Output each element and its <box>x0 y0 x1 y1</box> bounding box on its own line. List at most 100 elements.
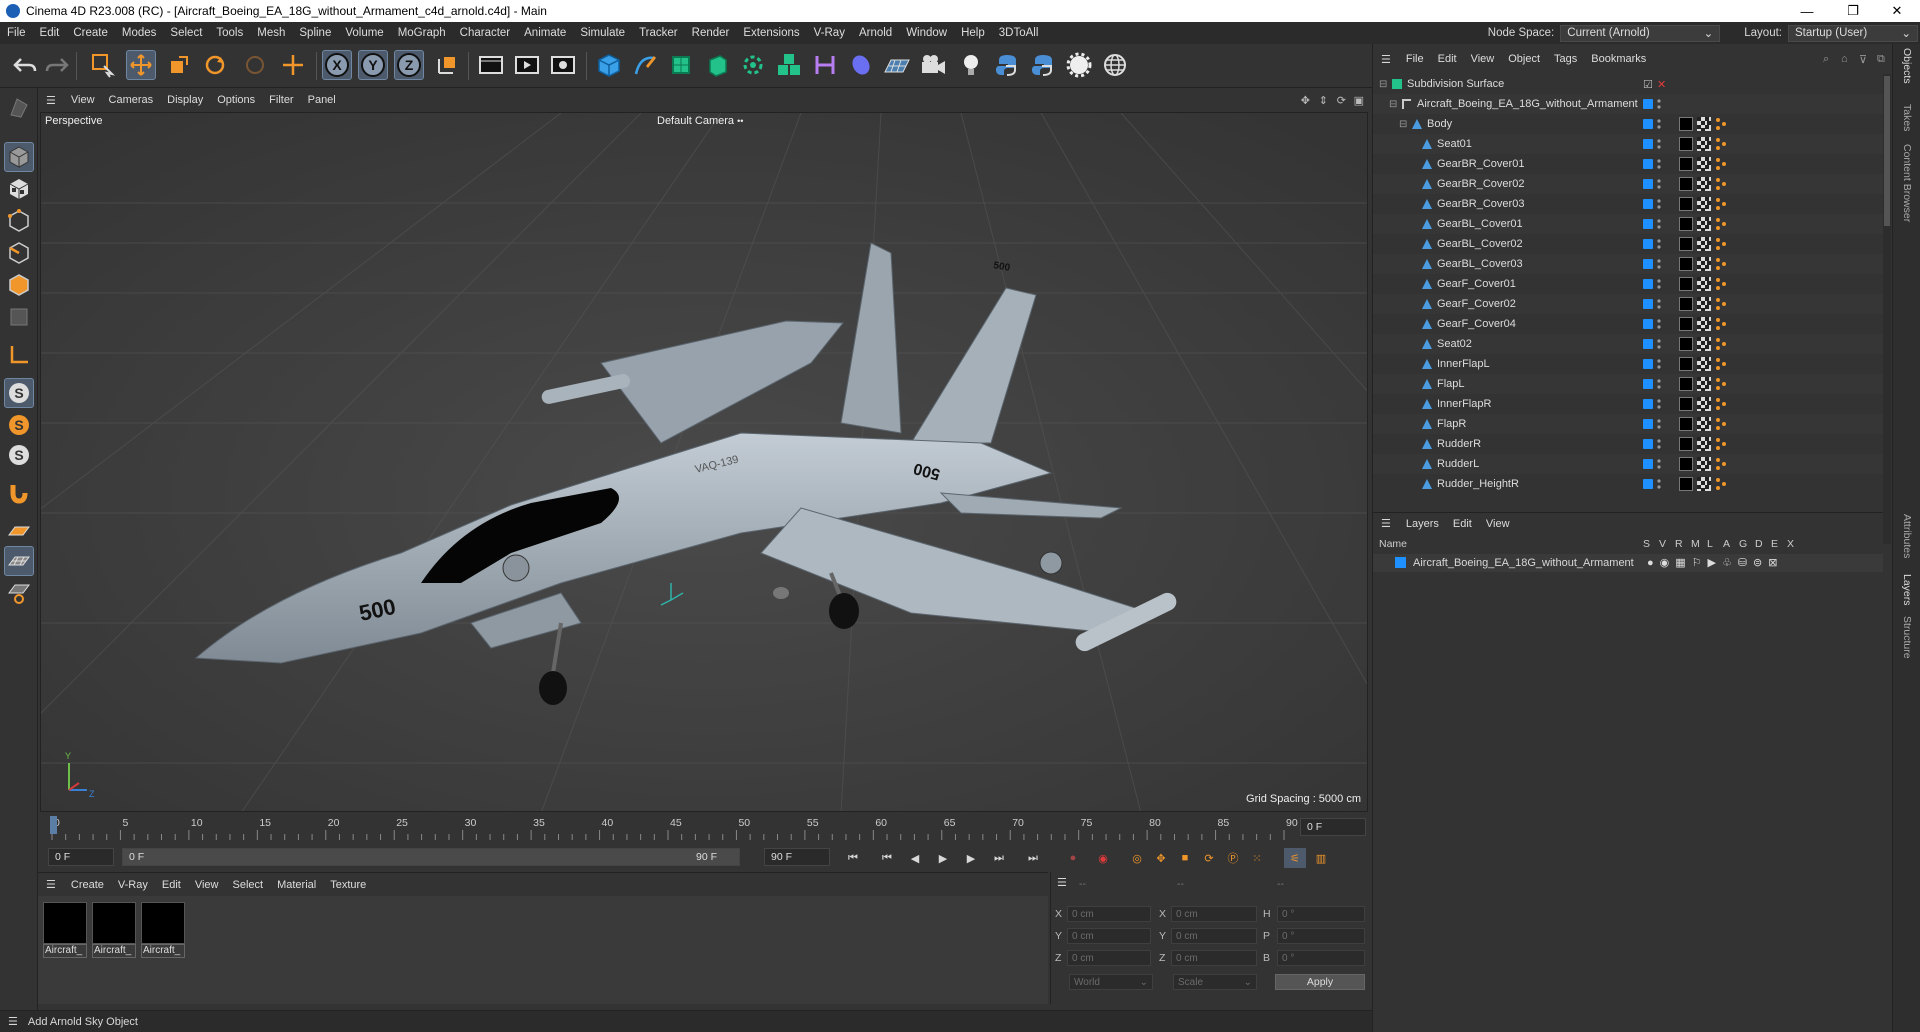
object-name[interactable]: GearF_Cover01 <box>1437 278 1516 290</box>
menu-render[interactable]: Render <box>685 27 737 39</box>
menu-vray[interactable]: V-Ray <box>807 27 852 39</box>
phong-tag-icon[interactable] <box>1715 437 1727 451</box>
material-tag-icon[interactable] <box>1679 257 1693 271</box>
material-tag-icon[interactable] <box>1679 237 1693 251</box>
layer-color-icon[interactable] <box>1643 199 1653 209</box>
checker-texture-tag-icon[interactable] <box>1697 317 1711 331</box>
layers-menu-layers[interactable]: Layers <box>1399 518 1446 530</box>
hamburger-icon[interactable]: ☰ <box>0 1015 28 1028</box>
object-row[interactable]: GearF_Cover04 <box>1373 314 1883 334</box>
visibility-dots-icon[interactable] <box>1657 398 1661 410</box>
object-name[interactable]: GearF_Cover02 <box>1437 298 1516 310</box>
scale-tool-icon[interactable] <box>164 50 194 80</box>
object-name[interactable]: Body <box>1427 118 1452 130</box>
material-menu-vray[interactable]: V-Ray <box>111 879 155 891</box>
material-tag-icon[interactable] <box>1679 377 1693 391</box>
edges-mode-icon[interactable] <box>4 238 34 268</box>
layer-color-icon[interactable] <box>1643 119 1653 129</box>
object-name[interactable]: GearBL_Cover01 <box>1437 218 1523 230</box>
material-tag-icon[interactable] <box>1679 197 1693 211</box>
cube-primitive-icon[interactable] <box>594 50 624 80</box>
object-name[interactable]: GearBR_Cover03 <box>1437 198 1524 210</box>
keyframe-selection-icon[interactable]: ◎ <box>1126 848 1148 868</box>
layer-flag-header[interactable]: X <box>1787 538 1794 550</box>
snap-settings-icon[interactable]: S <box>4 410 34 440</box>
visibility-dots-icon[interactable] <box>1657 378 1661 390</box>
viewport-menu-panel[interactable]: Panel <box>301 94 343 106</box>
phong-tag-icon[interactable] <box>1715 277 1727 291</box>
object-row[interactable]: Seat02 <box>1373 334 1883 354</box>
subdivision-surface-icon[interactable] <box>666 50 696 80</box>
layer-color-icon[interactable] <box>1643 299 1653 309</box>
uv-mode-icon[interactable] <box>4 302 34 332</box>
checker-texture-tag-icon[interactable] <box>1697 137 1711 151</box>
visibility-dots-icon[interactable] <box>1657 98 1661 110</box>
collapse-toggle-icon[interactable]: ⊟ <box>1389 99 1397 110</box>
workplane-icon[interactable] <box>4 516 34 546</box>
menu-modes[interactable]: Modes <box>115 27 164 39</box>
python-script-icon[interactable] <box>1028 50 1058 80</box>
phong-tag-icon[interactable] <box>1715 297 1727 311</box>
object-name[interactable]: RudderR <box>1437 438 1481 450</box>
minimize-button[interactable]: — <box>1784 0 1830 22</box>
menu-character[interactable]: Character <box>453 27 518 39</box>
extrude-generator-icon[interactable] <box>702 50 732 80</box>
rot-p-field[interactable]: 0 ° <box>1277 928 1365 944</box>
material-menu-select[interactable]: Select <box>226 879 271 891</box>
object-row[interactable]: Rudder_HeightR <box>1373 474 1883 494</box>
python-icon[interactable] <box>992 50 1022 80</box>
visibility-dots-icon[interactable] <box>1657 458 1661 470</box>
object-row[interactable]: ⊟ Subdivision Surface ☑ ✕ <box>1373 74 1883 94</box>
checker-texture-tag-icon[interactable] <box>1697 117 1711 131</box>
checker-texture-tag-icon[interactable] <box>1697 197 1711 211</box>
object-row[interactable]: ⊟ Aircraft_Boeing_EA_18G_without_Armament <box>1373 94 1883 114</box>
layer-color-icon[interactable] <box>1643 259 1653 269</box>
layer-color-swatch[interactable] <box>1395 557 1406 568</box>
visibility-dots-icon[interactable] <box>1657 118 1661 130</box>
layer-flag-header[interactable]: L <box>1707 538 1713 550</box>
object-row[interactable]: ⊟ Body <box>1373 114 1883 134</box>
arnold-settings-icon[interactable] <box>1064 50 1094 80</box>
layer-flag-header[interactable]: A <box>1723 538 1730 550</box>
size-z-field[interactable]: 0 cm <box>1171 950 1257 966</box>
side-tab-layers[interactable]: Layers <box>1901 574 1913 606</box>
pen-spline-icon[interactable] <box>630 50 660 80</box>
material-tag-icon[interactable] <box>1679 217 1693 231</box>
3d-viewport[interactable]: 500 500 500 VAQ-139 Y Z Perspective Defa… <box>40 112 1368 812</box>
floor-scene-icon[interactable] <box>882 50 912 80</box>
checker-texture-tag-icon[interactable] <box>1697 337 1711 351</box>
checker-texture-tag-icon[interactable] <box>1697 217 1711 231</box>
go-to-end-icon[interactable]: ⏭ <box>1022 848 1044 868</box>
visibility-dots-icon[interactable] <box>1657 478 1661 490</box>
menu-help[interactable]: Help <box>954 27 992 39</box>
layer-color-icon[interactable] <box>1643 399 1653 409</box>
menu-spline[interactable]: Spline <box>292 27 338 39</box>
size-mode-dropdown[interactable]: Scale ⌄ <box>1173 974 1257 990</box>
checker-texture-tag-icon[interactable] <box>1697 457 1711 471</box>
viewport-menu-filter[interactable]: Filter <box>262 94 300 106</box>
phong-tag-icon[interactable] <box>1715 417 1727 431</box>
phong-tag-icon[interactable] <box>1715 237 1727 251</box>
hamburger-icon[interactable]: ☰ <box>1057 876 1067 889</box>
menu-simulate[interactable]: Simulate <box>573 27 632 39</box>
menu-window[interactable]: Window <box>899 27 954 39</box>
layer-color-icon[interactable] <box>1643 319 1653 329</box>
rot-b-field[interactable]: 0 ° <box>1277 950 1365 966</box>
material-tag-icon[interactable] <box>1679 397 1693 411</box>
viewport-menu-display[interactable]: Display <box>160 94 210 106</box>
material-tag-icon[interactable] <box>1679 317 1693 331</box>
object-row[interactable]: RudderL <box>1373 454 1883 474</box>
pos-x-field[interactable]: 0 cm <box>1067 906 1151 922</box>
planar-workplane-icon[interactable] <box>4 578 34 608</box>
start-frame-field[interactable]: 0 F <box>48 848 114 866</box>
object-name[interactable]: Seat02 <box>1437 338 1472 350</box>
layer-flag-header[interactable]: R <box>1675 538 1683 550</box>
layer-color-icon[interactable] <box>1643 439 1653 449</box>
rotate-tool-icon[interactable] <box>200 50 230 80</box>
render-picture-viewer-icon[interactable] <box>512 50 542 80</box>
material-menu-edit[interactable]: Edit <box>155 879 188 891</box>
object-name[interactable]: GearF_Cover04 <box>1437 318 1516 330</box>
material-tag-icon[interactable] <box>1679 477 1693 491</box>
object-row[interactable]: FlapL <box>1373 374 1883 394</box>
om-menu-object[interactable]: Object <box>1501 53 1547 65</box>
